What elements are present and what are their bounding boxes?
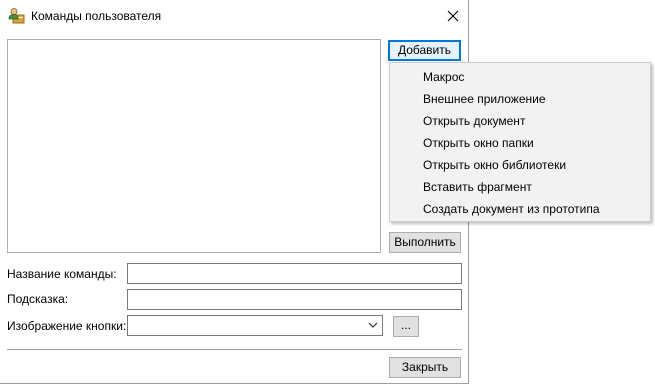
- menu-item-insert-fragment[interactable]: Вставить фрагмент: [423, 177, 532, 197]
- user-commands-icon: [8, 7, 25, 24]
- menu-item-create-from-prototype[interactable]: Создать документ из прототипа: [423, 199, 600, 219]
- close-icon: [447, 10, 459, 22]
- tooltip-label: Подсказка:: [7, 292, 69, 306]
- button-image-label: Изображение кнопки:: [7, 319, 127, 333]
- menu-item-macro[interactable]: Макрос: [423, 67, 464, 87]
- menu-item-open-library-window[interactable]: Открыть окно библиотеки: [423, 155, 566, 175]
- menu-item-open-folder-window[interactable]: Открыть окно папки: [423, 133, 534, 153]
- command-name-field[interactable]: [127, 263, 462, 284]
- menu-item-open-document[interactable]: Открыть документ: [423, 111, 525, 131]
- menu-item-external-app[interactable]: Внешнее приложение: [423, 89, 546, 109]
- close-window-button[interactable]: [441, 5, 465, 27]
- chevron-down-icon: [368, 322, 378, 328]
- separator: [7, 349, 462, 350]
- window-title: Команды пользователя: [31, 9, 162, 23]
- command-name-label: Название команды:: [7, 267, 117, 281]
- close-button[interactable]: Закрыть: [389, 357, 461, 378]
- add-button[interactable]: Добавить: [388, 40, 461, 61]
- add-command-menu: Макрос Внешнее приложение Открыть докуме…: [389, 62, 651, 222]
- button-image-select[interactable]: [127, 315, 383, 336]
- run-button[interactable]: Выполнить: [389, 232, 461, 253]
- tooltip-field[interactable]: [127, 289, 462, 310]
- browse-image-button[interactable]: ...: [393, 316, 419, 337]
- title-bar: Команды пользователя: [0, 0, 469, 31]
- commands-list[interactable]: [7, 39, 381, 253]
